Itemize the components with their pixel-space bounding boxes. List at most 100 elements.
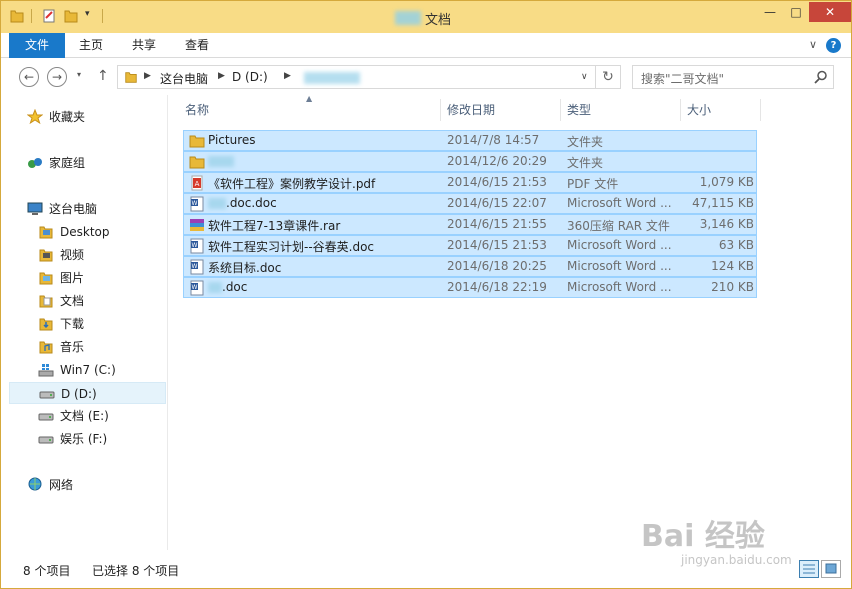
sidebar-item-videos[interactable]: 视频	[38, 244, 158, 266]
file-type: Microsoft Word ...	[567, 196, 672, 210]
address-bar[interactable]: ▶ 这台电脑 ▶ D (D:) ▶ ∨	[117, 65, 596, 89]
sidebar-item-label: 家庭组	[49, 156, 86, 170]
sidebar-item-label: 图片	[60, 271, 85, 285]
column-divider[interactable]	[560, 99, 561, 121]
file-date: 2014/6/18 22:19	[447, 280, 547, 294]
file-row[interactable]: Pictures 2014/7/8 14:57 文件夹	[183, 130, 757, 151]
navigation-pane: 收藏夹 家庭组 这台电脑 Desktop 视频 图片 文档 下载 音乐 Win7…	[1, 95, 167, 550]
details-view-button[interactable]	[799, 560, 819, 578]
column-divider[interactable]	[440, 99, 441, 121]
large-icons-view-icon	[825, 563, 837, 574]
folder-icon	[189, 135, 205, 148]
sidebar-item-drive-c[interactable]: Win7 (C:)	[38, 359, 158, 381]
sidebar-item-documents[interactable]: 文档	[38, 290, 158, 312]
breadcrumb-this-pc[interactable]: 这台电脑	[160, 70, 208, 87]
close-button[interactable]: ✕	[809, 2, 851, 22]
file-type: Microsoft Word ...	[567, 238, 672, 252]
item-count: 8 个项目	[23, 564, 71, 578]
file-row[interactable]: W .doc 2014/6/18 22:19 Microsoft Word ..…	[183, 277, 757, 298]
drive-icon	[38, 413, 54, 421]
sidebar-item-label: D (D:)	[61, 387, 97, 401]
forward-button[interactable]: →	[47, 67, 67, 87]
recent-locations-button[interactable]: ▾	[77, 70, 81, 79]
downloads-folder-icon	[39, 318, 53, 331]
search-icon[interactable]	[813, 69, 829, 85]
navigation-bar: ← → ▾ ↑ ▶ 这台电脑 ▶ D (D:) ▶ ∨ ↻ 搜索"二哥文档"	[1, 59, 851, 95]
column-header-type[interactable]: 类型	[567, 99, 677, 121]
address-dropdown-button[interactable]: ∨	[581, 72, 588, 82]
file-type: 360压缩 RAR 文件	[567, 219, 670, 233]
sidebar-item-drive-e[interactable]: 文档 (E:)	[38, 405, 158, 427]
file-type: PDF 文件	[567, 177, 619, 191]
help-icon[interactable]: ?	[826, 38, 841, 53]
file-name: 系统目标.doc	[208, 261, 282, 275]
network-icon	[28, 477, 42, 491]
file-date: 2014/12/6 20:29	[447, 154, 547, 168]
folder-icon	[39, 226, 53, 239]
file-name: 《软件工程》案例教学设计.pdf	[208, 177, 376, 191]
column-header-name[interactable]: 名称	[185, 99, 440, 121]
chevron-right-icon[interactable]: ▶	[284, 71, 291, 81]
computer-icon	[27, 202, 43, 215]
file-row[interactable]: 软件工程7-13章课件.rar 2014/6/15 21:55 360压缩 RA…	[183, 214, 757, 235]
file-row[interactable]: A 《软件工程》案例教学设计.pdf 2014/6/15 21:53 PDF 文…	[183, 172, 757, 193]
tab-file[interactable]: 文件	[9, 33, 65, 58]
sidebar-item-desktop[interactable]: Desktop	[38, 221, 158, 243]
folder-icon	[125, 72, 137, 83]
sidebar-item-downloads[interactable]: 下载	[38, 313, 158, 335]
svg-text:W: W	[192, 284, 198, 291]
column-header-size[interactable]: 大小	[687, 99, 757, 121]
customize-quick-access-icon[interactable]: ▾	[85, 9, 90, 19]
file-type: Microsoft Word ...	[567, 280, 672, 294]
new-folder-icon[interactable]	[63, 8, 79, 24]
tab-share[interactable]: 共享	[118, 33, 170, 58]
sidebar-item-drive-d[interactable]: D (D:)	[9, 382, 166, 404]
search-placeholder: 搜索"二哥文档"	[641, 72, 725, 86]
file-size: 47,115 KB	[692, 196, 754, 210]
sidebar-item-network[interactable]: 网络	[27, 474, 157, 496]
drive-icon	[39, 391, 55, 399]
sidebar-item-music[interactable]: 音乐	[38, 336, 158, 358]
breadcrumb-drive-d[interactable]: D (D:)	[232, 70, 268, 84]
watermark-text: Bai 经验	[641, 519, 765, 554]
sidebar-item-this-pc[interactable]: 这台电脑	[27, 198, 157, 220]
column-divider[interactable]	[760, 99, 761, 121]
search-input[interactable]: 搜索"二哥文档"	[632, 65, 834, 89]
tab-home[interactable]: 主页	[65, 33, 117, 58]
column-divider[interactable]	[680, 99, 681, 121]
sidebar-item-pictures[interactable]: 图片	[38, 267, 158, 289]
sidebar-item-drive-f[interactable]: 娱乐 (F:)	[38, 428, 158, 450]
folder-icon[interactable]	[9, 8, 25, 24]
tab-view[interactable]: 查看	[171, 33, 223, 58]
drive-icon	[38, 436, 54, 444]
maximize-button[interactable]: □	[783, 2, 809, 22]
large-icons-view-button[interactable]	[821, 560, 841, 578]
file-row[interactable]: W .doc.doc 2014/6/15 22:07 Microsoft Wor…	[183, 193, 757, 214]
file-row[interactable]: 2014/12/6 20:29 文件夹	[183, 151, 757, 172]
file-name	[208, 154, 234, 168]
sidebar-item-homegroup[interactable]: 家庭组	[27, 152, 157, 174]
pane-divider[interactable]	[167, 95, 168, 550]
up-button[interactable]: ↑	[97, 68, 109, 84]
chevron-right-icon[interactable]: ▶	[144, 71, 151, 81]
title-bar: ▾ 文档 — □ ✕	[1, 1, 851, 33]
word-doc-icon: W	[190, 196, 204, 212]
sidebar-item-favorites[interactable]: 收藏夹	[27, 106, 157, 128]
music-folder-icon	[39, 341, 53, 354]
sidebar-item-label: 文档	[60, 294, 85, 308]
column-header-date[interactable]: 修改日期	[447, 99, 557, 121]
video-folder-icon	[39, 249, 53, 262]
documents-folder-icon	[39, 295, 53, 308]
properties-icon[interactable]	[41, 8, 57, 24]
file-row[interactable]: W 系统目标.doc 2014/6/18 20:25 Microsoft Wor…	[183, 256, 757, 277]
file-size: 124 KB	[711, 259, 754, 273]
file-row[interactable]: W 软件工程实习计划--谷春英.doc 2014/6/15 21:53 Micr…	[183, 235, 757, 256]
back-button[interactable]: ←	[19, 67, 39, 87]
folder-icon	[189, 156, 205, 169]
sidebar-item-label: 视频	[60, 248, 85, 262]
svg-text:W: W	[192, 263, 198, 270]
minimize-button[interactable]: —	[757, 2, 783, 22]
refresh-button[interactable]: ↻	[595, 65, 621, 89]
chevron-down-icon[interactable]: ∨	[809, 38, 817, 51]
chevron-right-icon[interactable]: ▶	[218, 71, 225, 81]
